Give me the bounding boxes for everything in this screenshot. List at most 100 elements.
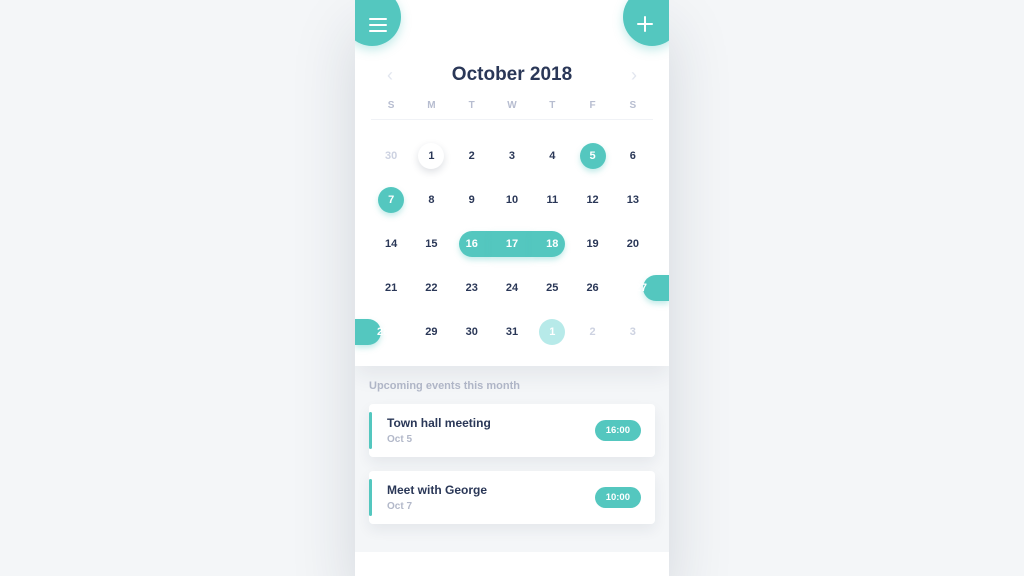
day-number: 1 — [549, 326, 555, 338]
day-number: 3 — [630, 326, 636, 338]
hamburger-icon — [369, 18, 387, 32]
day-number: 4 — [549, 150, 555, 162]
day-number: 2 — [469, 150, 475, 162]
weekday-label: T — [532, 100, 572, 119]
weekday-label: M — [411, 100, 451, 119]
day-cell[interactable]: 18 — [532, 222, 572, 266]
day-number: 13 — [627, 194, 639, 206]
day-number: 7 — [388, 194, 394, 206]
day-cell[interactable]: 9 — [452, 178, 492, 222]
weekday-label: S — [613, 100, 653, 119]
day-number: 9 — [469, 194, 475, 206]
day-cell[interactable]: 10 — [492, 178, 532, 222]
day-number: 2 — [590, 326, 596, 338]
day-cell[interactable]: 2 — [452, 134, 492, 178]
event-title: Meet with George — [387, 483, 487, 497]
day-cell[interactable]: 1 — [532, 310, 572, 354]
day-number: 15 — [425, 238, 437, 250]
plus-icon — [637, 16, 653, 32]
weekday-label: S — [371, 100, 411, 119]
day-number: 22 — [425, 282, 437, 294]
events-heading: Upcoming events this month — [369, 380, 655, 392]
day-cell[interactable]: 26 — [572, 266, 612, 310]
day-cell[interactable]: 23 — [452, 266, 492, 310]
day-number: 20 — [627, 238, 639, 250]
day-number: 5 — [590, 150, 596, 162]
days-grid: 3012345678910111213141516171819202122232… — [371, 134, 653, 354]
day-cell[interactable]: 4 — [532, 134, 572, 178]
weekday-row: SMTWTFS — [371, 100, 653, 120]
day-number: 1 — [428, 150, 434, 162]
day-cell[interactable]: 3 — [613, 310, 653, 354]
event-info: Meet with George Oct 7 — [387, 483, 487, 512]
day-number: 3 — [509, 150, 515, 162]
day-cell[interactable]: 2 — [572, 310, 612, 354]
events-list: Town hall meeting Oct 5 16:00 Meet with Geo… — [369, 404, 655, 524]
day-number: 6 — [630, 150, 636, 162]
day-cell[interactable]: 12 — [572, 178, 612, 222]
day-number: 29 — [425, 326, 437, 338]
day-number: 21 — [385, 282, 397, 294]
day-number: 25 — [546, 282, 558, 294]
day-cell[interactable]: 30 — [452, 310, 492, 354]
day-cell[interactable]: 20 — [613, 222, 653, 266]
weekday-label: T — [452, 100, 492, 119]
day-cell[interactable]: 8 — [411, 178, 451, 222]
day-cell[interactable]: 5 — [572, 134, 612, 178]
month-title: October 2018 — [452, 64, 572, 86]
event-card[interactable]: Meet with George Oct 7 10:00 — [369, 471, 655, 524]
day-number: 10 — [506, 194, 518, 206]
day-number: 16 — [466, 238, 478, 250]
event-date: Oct 5 — [387, 434, 491, 445]
event-time-badge: 16:00 — [595, 420, 641, 441]
day-number: 27 — [635, 282, 647, 294]
next-month-button[interactable]: › — [625, 65, 643, 86]
day-number: 24 — [506, 282, 518, 294]
day-number: 30 — [466, 326, 478, 338]
day-cell[interactable]: 22 — [411, 266, 451, 310]
event-title: Town hall meeting — [387, 416, 491, 430]
day-number: 26 — [586, 282, 598, 294]
event-card[interactable]: Town hall meeting Oct 5 16:00 — [369, 404, 655, 457]
weekday-label: W — [492, 100, 532, 119]
day-number: 11 — [546, 194, 558, 206]
day-cell[interactable]: 13 — [613, 178, 653, 222]
day-cell[interactable]: 3 — [492, 134, 532, 178]
day-number: 28 — [377, 326, 389, 338]
day-cell[interactable]: 1 — [411, 134, 451, 178]
weekday-label: F — [572, 100, 612, 119]
day-cell[interactable]: 24 — [492, 266, 532, 310]
day-number: 30 — [385, 150, 397, 162]
month-header: ‹ October 2018 › — [371, 64, 653, 86]
event-date: Oct 7 — [387, 501, 487, 512]
day-number: 18 — [546, 238, 558, 250]
day-cell[interactable]: 21 — [371, 266, 411, 310]
calendar-app: ‹ October 2018 › SMTWTFS 301234567891011… — [355, 0, 669, 576]
day-cell[interactable]: 30 — [371, 134, 411, 178]
day-cell[interactable]: 25 — [532, 266, 572, 310]
day-cell[interactable]: 29 — [411, 310, 451, 354]
day-cell[interactable]: 6 — [613, 134, 653, 178]
day-cell[interactable]: 19 — [572, 222, 612, 266]
day-cell[interactable]: 16 — [452, 222, 492, 266]
day-cell[interactable]: 15 — [411, 222, 451, 266]
day-cell[interactable]: 31 — [492, 310, 532, 354]
event-time-badge: 10:00 — [595, 487, 641, 508]
day-cell[interactable]: 27 — [613, 266, 653, 310]
day-number: 14 — [385, 238, 397, 250]
day-number: 31 — [506, 326, 518, 338]
events-section: Upcoming events this month Town hall mee… — [355, 366, 669, 552]
calendar-card: ‹ October 2018 › SMTWTFS 301234567891011… — [355, 0, 669, 366]
event-info: Town hall meeting Oct 5 — [387, 416, 491, 445]
prev-month-button[interactable]: ‹ — [381, 65, 399, 86]
day-number: 19 — [586, 238, 598, 250]
day-cell[interactable]: 7 — [371, 178, 411, 222]
day-cell[interactable]: 11 — [532, 178, 572, 222]
day-number: 23 — [466, 282, 478, 294]
day-cell[interactable]: 28 — [371, 310, 411, 354]
day-number: 8 — [428, 194, 434, 206]
day-number: 17 — [506, 238, 518, 250]
day-number: 12 — [586, 194, 598, 206]
day-cell[interactable]: 17 — [492, 222, 532, 266]
day-cell[interactable]: 14 — [371, 222, 411, 266]
